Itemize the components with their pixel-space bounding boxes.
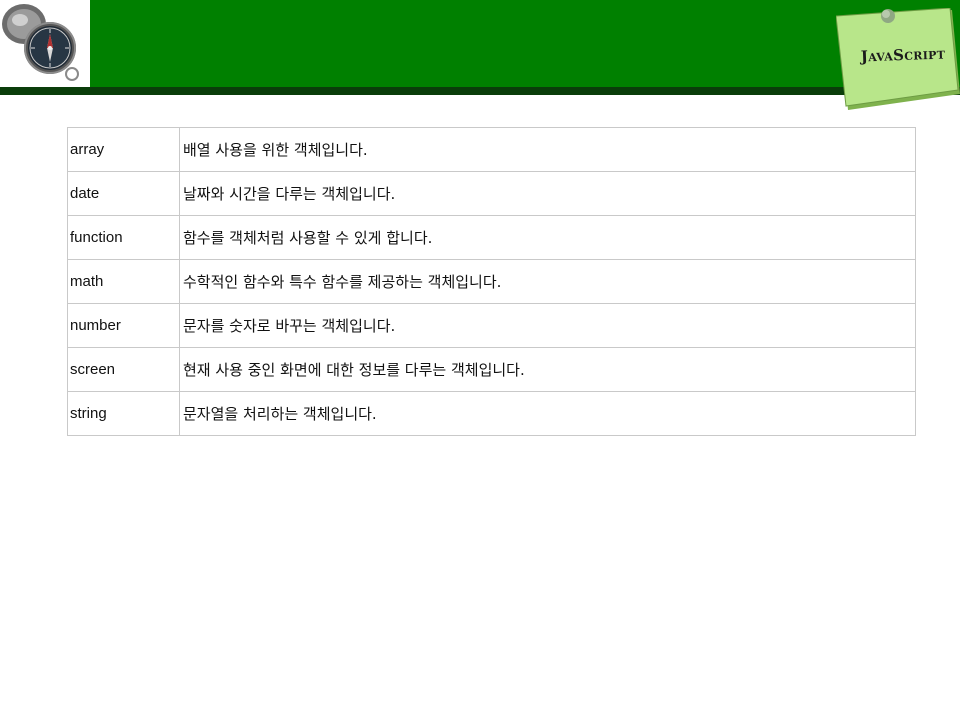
- table-row: array 배열 사용을 위한 객체입니다.: [67, 127, 916, 172]
- table-row: string 문자열을 처리하는 객체입니다.: [67, 391, 916, 436]
- compass-icon: [2, 4, 79, 81]
- javascript-objects-table: array 배열 사용을 위한 객체입니다. date 날짜와 시간을 다루는 객체입…: [67, 127, 916, 436]
- object-name-cell: date: [67, 171, 180, 216]
- object-name-cell: string: [67, 391, 180, 436]
- compass-logo: [0, 0, 90, 87]
- table-row: function 함수를 객체처럼 사용할 수 있게 합니다.: [67, 215, 916, 260]
- table-row: math 수학적인 함수와 특수 함수를 제공하는 객체입니다.: [67, 259, 916, 304]
- object-description-cell: 배열 사용을 위한 객체입니다.: [179, 127, 916, 172]
- slide-header: JavaScript: [0, 0, 960, 110]
- object-description-cell: 함수를 객체처럼 사용할 수 있게 합니다.: [179, 215, 916, 260]
- object-description-cell: 문자를 숫자로 바꾸는 객체입니다.: [179, 303, 916, 348]
- header-dark-stripe: [0, 87, 960, 95]
- object-name-cell: function: [67, 215, 180, 260]
- table-row: date 날짜와 시간을 다루는 객체입니다.: [67, 171, 916, 216]
- object-description-cell: 수학적인 함수와 특수 함수를 제공하는 객체입니다.: [179, 259, 916, 304]
- table-row: screen 현재 사용 중인 화면에 대한 정보를 다루는 객체입니다.: [67, 347, 916, 392]
- javascript-sticky-note: JavaScript: [836, 8, 960, 110]
- object-description-cell: 문자열을 처리하는 객체입니다.: [179, 391, 916, 436]
- object-description-cell: 날짜와 시간을 다루는 객체입니다.: [179, 171, 916, 216]
- object-description-cell: 현재 사용 중인 화면에 대한 정보를 다루는 객체입니다.: [179, 347, 916, 392]
- object-name-cell: array: [67, 127, 180, 172]
- object-name-cell: number: [67, 303, 180, 348]
- header-green-bar: [0, 0, 960, 87]
- object-name-cell: math: [67, 259, 180, 304]
- table-row: number 문자를 숫자로 바꾸는 객체입니다.: [67, 303, 916, 348]
- object-name-cell: screen: [67, 347, 180, 392]
